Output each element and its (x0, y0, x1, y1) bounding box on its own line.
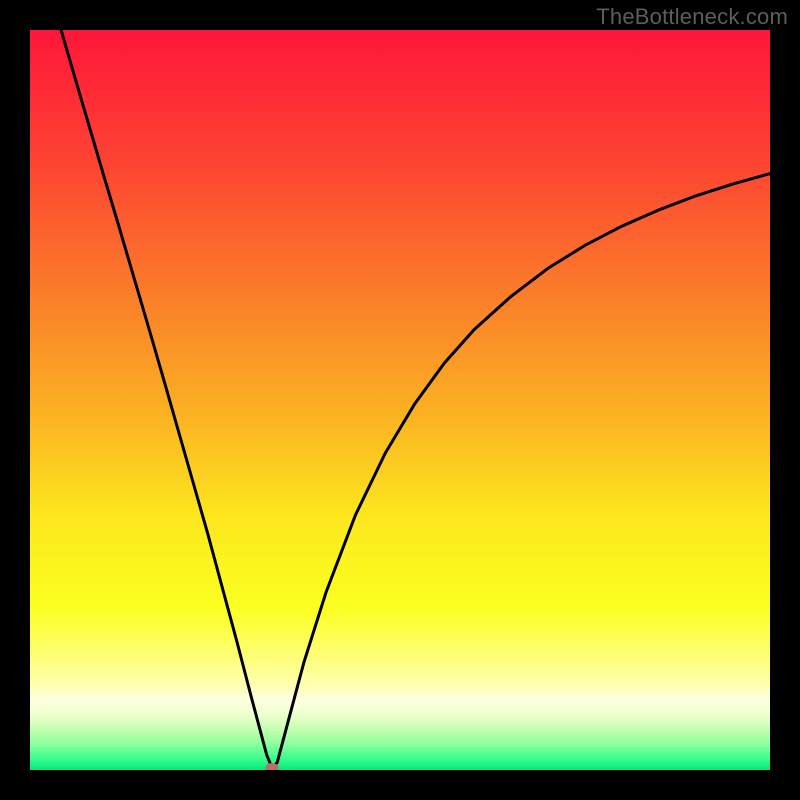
chart-frame: TheBottleneck.com (0, 0, 800, 800)
plot-area (30, 30, 770, 770)
chart-svg (30, 30, 770, 770)
gradient-background (30, 30, 770, 770)
watermark-text: TheBottleneck.com (596, 4, 788, 30)
